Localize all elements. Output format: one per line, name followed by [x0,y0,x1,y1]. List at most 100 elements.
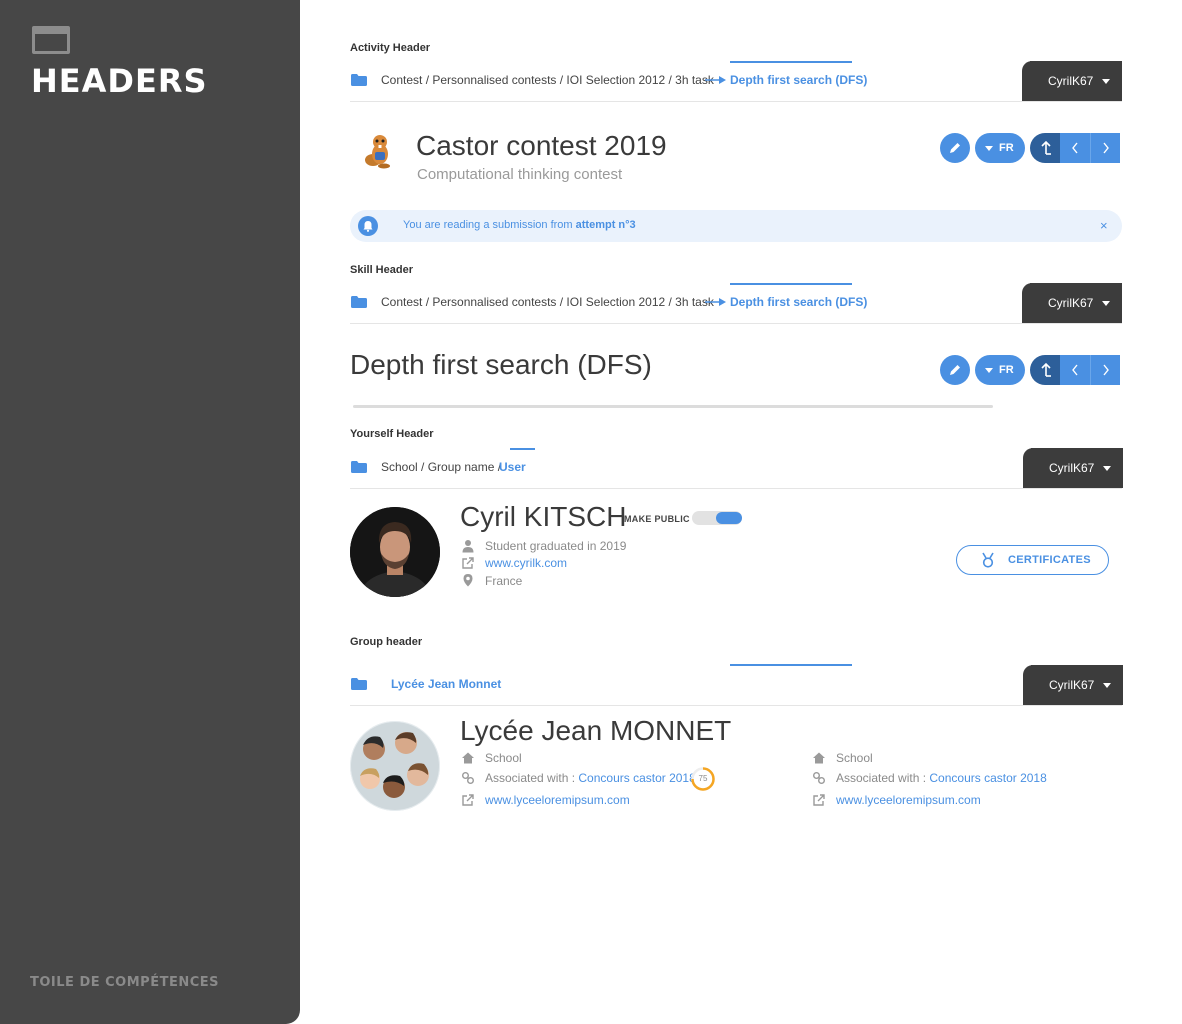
user-menu[interactable]: CyrilK67 [1022,61,1122,101]
chevron-right-icon [1103,364,1109,376]
association-link[interactable]: Concours castor 2018 [578,771,695,785]
language-selector[interactable]: FR [975,133,1025,163]
level-up-icon [1041,140,1051,155]
folder-icon[interactable] [351,678,367,690]
edit-button[interactable] [940,355,970,385]
breadcrumb-active-indicator [730,664,852,666]
user-name: CyrilK67 [1048,296,1094,310]
progress-badge: 75 [690,766,716,792]
chevron-down-icon [1103,466,1111,471]
chevron-down-icon [985,368,993,373]
external-link-icon [462,794,474,806]
parent-button[interactable] [1030,133,1060,163]
submission-alert: You are reading a submission from attemp… [350,210,1122,242]
certificates-button[interactable]: CERTIFICATES [956,545,1109,575]
user-location: France [485,574,523,588]
previous-button[interactable] [1060,133,1090,163]
external-link-icon [813,794,825,806]
breadcrumb-active[interactable]: Depth first search (DFS) [730,73,867,87]
breadcrumb-active[interactable]: Lycée Jean Monnet [391,677,501,691]
breadcrumb-active[interactable]: User [499,460,526,474]
breadcrumb-active-indicator [730,283,852,285]
pencil-icon [950,143,960,153]
make-public-label: MAKE PUBLIC [624,514,690,524]
link-icon [813,772,825,784]
sidebar-title: HEADERS [31,62,208,100]
avatar [350,507,440,597]
group-type: School [485,751,522,765]
arrow-right-icon [705,76,726,84]
level-up-icon [1041,362,1051,377]
certificates-label: CERTIFICATES [1008,554,1091,566]
divider [350,101,1122,102]
page-subtitle: Computational thinking contest [417,166,623,183]
next-button[interactable] [1090,133,1120,163]
user-fullname: Cyril KITSCH [460,501,627,532]
folder-icon[interactable] [351,296,367,308]
window-icon [32,26,70,54]
user-status: Student graduated in 2019 [485,539,627,553]
group-website-link[interactable]: www.lyceeloremipsum.com [836,793,981,807]
home-icon [462,752,474,764]
group-type: School [836,751,873,765]
chevron-down-icon [1102,301,1110,306]
user-name: CyrilK67 [1048,74,1094,88]
page-title: Depth first search (DFS) [350,349,652,380]
breadcrumb[interactable]: School / Group name / [381,460,501,474]
user-name: CyrilK67 [1049,678,1095,692]
external-link-icon [462,557,474,569]
sidebar: HEADERS TOILE DE COMPÉTENCES [0,0,300,1024]
chevron-right-icon [1103,142,1109,154]
divider [350,323,1122,324]
folder-icon[interactable] [351,74,367,86]
skill-header-label: Skill Header [350,264,413,276]
group-website-link[interactable]: www.lyceeloremipsum.com [485,793,630,807]
user-menu[interactable]: CyrilK67 [1023,665,1123,705]
alert-attempt[interactable]: attempt n°3 [576,219,636,231]
bell-icon [358,216,378,236]
activity-header-label: Activity Header [350,42,431,54]
progress-badge-value: 75 [698,774,708,783]
language-label: FR [999,142,1014,154]
alert-message: You are reading a submission from attemp… [403,219,636,231]
user-icon [462,540,474,553]
user-menu[interactable]: CyrilK67 [1023,448,1123,488]
arrow-right-icon [705,298,726,306]
folder-icon[interactable] [351,461,367,473]
sidebar-footer[interactable]: TOILE DE COMPÉTENCES [30,975,219,990]
make-public-toggle[interactable] [692,511,742,525]
group-name: Lycée Jean MONNET [460,715,732,746]
navigation-group [1030,133,1120,163]
link-icon [462,772,474,784]
pencil-icon [950,365,960,375]
association-link[interactable]: Concours castor 2018 [929,771,1046,785]
toggle-knob [716,512,742,524]
user-menu[interactable]: CyrilK67 [1022,283,1122,323]
close-icon[interactable]: × [1100,218,1108,233]
beaver-logo-icon [365,135,390,169]
chevron-down-icon [1103,683,1111,688]
progress-bar [353,405,993,408]
divider [350,705,1122,706]
language-selector[interactable]: FR [975,355,1025,385]
breadcrumb-active-indicator [510,448,535,450]
home-icon [813,752,825,764]
chevron-down-icon [1102,79,1110,84]
language-label: FR [999,364,1014,376]
medal-icon [982,552,994,568]
breadcrumb[interactable]: Contest / Personnalised contests / IOI S… [381,73,714,87]
group-header-label: Group header [350,636,423,648]
breadcrumb[interactable]: Contest / Personnalised contests / IOI S… [381,295,714,309]
user-name: CyrilK67 [1049,461,1095,475]
next-button[interactable] [1090,355,1120,385]
previous-button[interactable] [1060,355,1090,385]
chevron-down-icon [985,146,993,151]
user-website-link[interactable]: www.cyrilk.com [485,556,567,570]
chevron-left-icon [1072,364,1078,376]
navigation-group [1030,355,1120,385]
chevron-left-icon [1072,142,1078,154]
breadcrumb-active[interactable]: Depth first search (DFS) [730,295,867,309]
edit-button[interactable] [940,133,970,163]
page-title: Castor contest 2019 [416,130,667,161]
parent-button[interactable] [1030,355,1060,385]
